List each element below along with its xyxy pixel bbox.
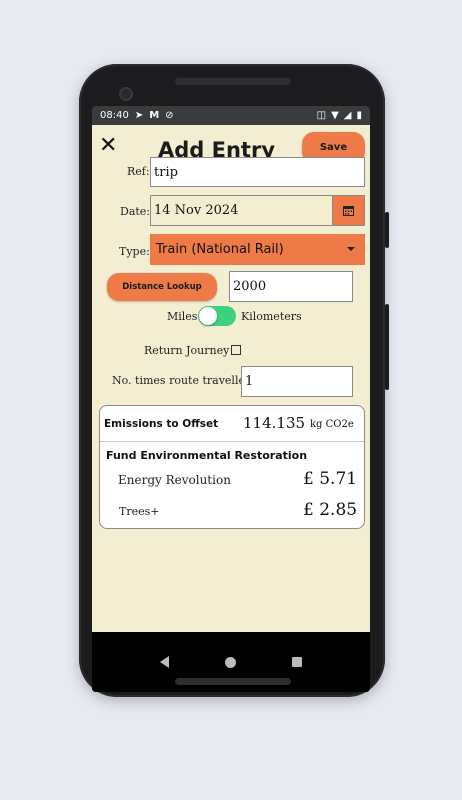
status-time: 08:40 <box>100 110 129 121</box>
do-not-disturb-icon: ⊘ <box>165 110 174 121</box>
back-icon[interactable] <box>160 656 169 668</box>
emissions-label: Emissions to Offset <box>104 418 219 430</box>
times-travelled-label: No. times route travelled: <box>112 374 256 387</box>
fund-item-name: Trees+ <box>119 505 160 518</box>
date-picker-button[interactable] <box>332 195 365 226</box>
type-selected-value: Train (National Rail) <box>156 242 284 257</box>
toggle-knob <box>199 307 217 325</box>
front-camera <box>119 87 133 101</box>
fund-heading: Fund Environmental Restoration <box>106 449 308 462</box>
miles-label: Miles <box>167 310 198 323</box>
kilometers-label: Kilometers <box>241 310 302 323</box>
return-journey-label: Return Journey <box>144 344 230 357</box>
return-journey-checkbox[interactable] <box>231 345 241 355</box>
distance-lookup-button[interactable]: Distance Lookup <box>107 273 217 301</box>
gmail-icon: M <box>149 110 160 121</box>
summary-card: Emissions to Offset 114.135 kg CO2e Fund… <box>99 405 365 529</box>
chevron-down-icon <box>347 247 355 251</box>
date-label: Date: <box>120 205 151 218</box>
card-divider <box>100 441 364 442</box>
cellular-icon: ◢ <box>343 110 352 121</box>
add-entry-screen: ✕ Add Entry Save Ref: trip Date: 14 Nov … <box>92 125 370 632</box>
recents-icon[interactable] <box>292 657 302 667</box>
ref-field[interactable]: trip <box>150 157 365 187</box>
ref-label: Ref: <box>127 165 150 178</box>
volume-button <box>385 212 389 248</box>
bottom-speaker <box>175 678 291 685</box>
close-icon[interactable]: ✕ <box>99 135 117 157</box>
calendar-icon <box>343 206 354 216</box>
status-bar: 08:40 ➤ M ⊘ ◫ ▼ ◢ ▮ <box>92 106 370 125</box>
battery-icon: ▮ <box>356 110 362 121</box>
power-button <box>385 304 389 390</box>
screen: 08:40 ➤ M ⊘ ◫ ▼ ◢ ▮ ✕ Add Entry Save Ref… <box>92 106 370 692</box>
home-icon[interactable] <box>225 656 236 668</box>
date-field[interactable]: 14 Nov 2024 <box>150 195 333 226</box>
earpiece-speaker <box>175 78 291 85</box>
type-label: Type: <box>119 245 150 258</box>
type-select[interactable]: Train (National Rail) <box>150 234 365 265</box>
emissions-unit: kg CO2e <box>310 419 354 430</box>
units-toggle[interactable] <box>198 306 236 326</box>
times-travelled-field[interactable]: 1 <box>241 366 353 397</box>
navigation-icon: ➤ <box>134 110 144 121</box>
fund-item-name: Energy Revolution <box>118 473 231 487</box>
vibrate-icon: ◫ <box>316 110 327 121</box>
fund-item-amount[interactable]: £ 5.71 <box>303 469 357 489</box>
wifi-icon: ▼ <box>331 110 339 121</box>
phone-frame: 08:40 ➤ M ⊘ ◫ ▼ ◢ ▮ ✕ Add Entry Save Ref… <box>79 64 389 697</box>
fund-item-amount[interactable]: £ 2.85 <box>303 500 357 520</box>
emissions-value: 114.135 <box>243 414 306 432</box>
distance-field[interactable]: 2000 <box>229 271 353 302</box>
